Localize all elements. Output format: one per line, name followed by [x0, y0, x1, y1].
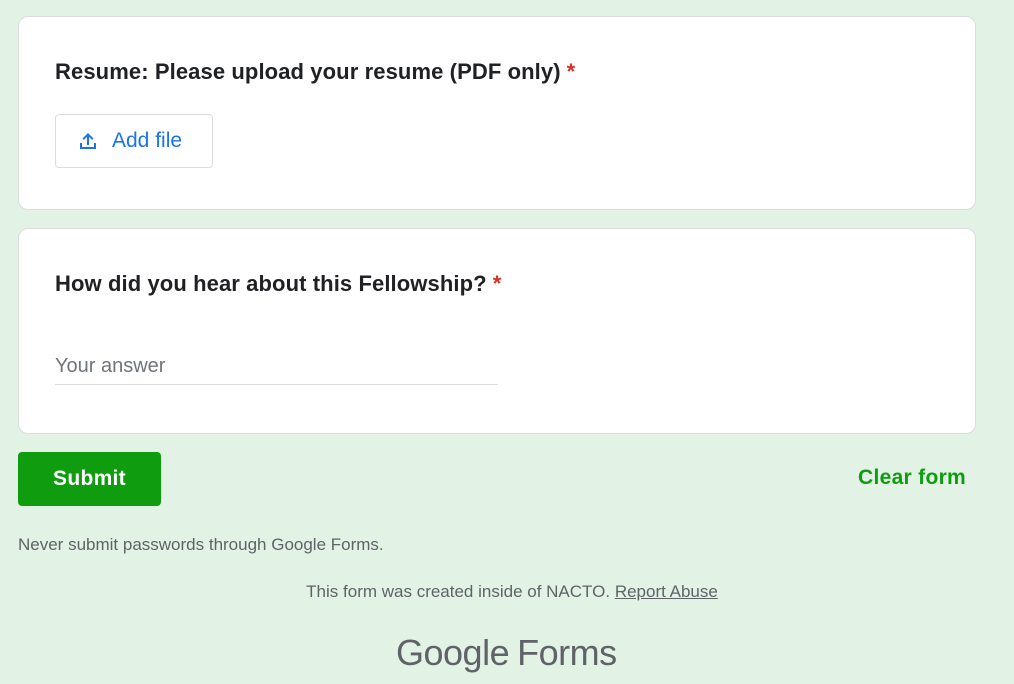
answer-input[interactable]: [55, 349, 498, 385]
question-title-text: How did you hear about this Fellowship?: [55, 271, 487, 296]
logo-brand: Google: [396, 632, 510, 673]
submit-button[interactable]: Submit: [18, 452, 161, 506]
question-title-text: Resume: Please upload your resume (PDF o…: [55, 59, 561, 84]
google-forms-logo[interactable]: Google Forms: [396, 632, 617, 674]
report-abuse-link[interactable]: Report Abuse: [615, 582, 718, 601]
question-card-referral: How did you hear about this Fellowship? *: [18, 228, 976, 434]
clear-form-button[interactable]: Clear form: [858, 466, 966, 490]
add-file-button[interactable]: Add file: [55, 114, 213, 168]
question-title: Resume: Please upload your resume (PDF o…: [55, 59, 575, 85]
upload-icon: [80, 133, 96, 149]
question-card-resume: Resume: Please upload your resume (PDF o…: [18, 16, 976, 210]
logo-product: Forms: [517, 632, 617, 673]
add-file-label: Add file: [112, 129, 183, 152]
required-asterisk: *: [566, 59, 576, 84]
question-title: How did you hear about this Fellowship? *: [55, 271, 501, 297]
password-warning: Never submit passwords through Google Fo…: [18, 535, 384, 554]
created-text: This form was created inside of NACTO.: [306, 582, 611, 601]
required-asterisk: *: [492, 271, 502, 296]
footer-created-line: This form was created inside of NACTO. R…: [0, 582, 1014, 602]
